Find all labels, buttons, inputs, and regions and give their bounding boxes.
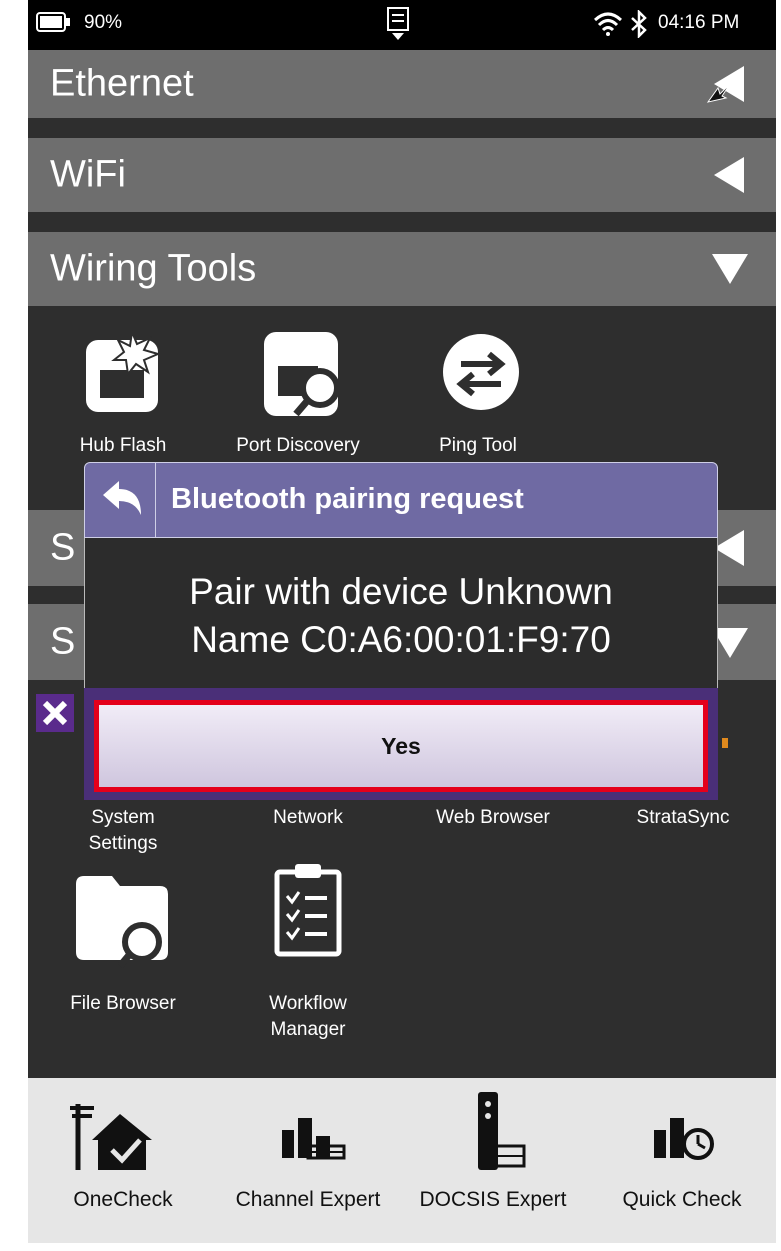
section-ethernet-label: Ethernet xyxy=(50,62,194,105)
dock-label: OneCheck xyxy=(73,1188,173,1211)
status-bar: 90% 04:16 PM xyxy=(28,0,776,50)
app-label: Network xyxy=(273,807,343,828)
section-wiring-tools-label: Wiring Tools xyxy=(50,247,257,290)
stratasync-icon-fragment xyxy=(722,738,728,748)
section-label: S xyxy=(50,620,76,663)
dock-channel-expert[interactable]: Channel Expert xyxy=(218,1078,398,1243)
section-wifi-label: WiFi xyxy=(50,153,126,196)
dialog-header: Bluetooth pairing request xyxy=(84,462,718,538)
app-system-settings[interactable]: System Settings xyxy=(58,806,188,866)
dialog-button-bar: Yes xyxy=(84,688,718,800)
battery-percent: 90% xyxy=(84,12,123,33)
dock-label: Quick Check xyxy=(622,1188,742,1211)
dock-docsis-expert[interactable]: DOCSIS Expert xyxy=(398,1078,588,1243)
dialog-message-line1: Pair with device Unknown xyxy=(189,571,613,612)
quick-check-icon xyxy=(654,1118,714,1160)
app-workflow-manager[interactable]: Workflow Manager xyxy=(243,858,373,1048)
expand-arrow-icon xyxy=(712,254,748,284)
yes-button[interactable]: Yes xyxy=(94,700,708,792)
app-ping-tool[interactable]: Ping Tool xyxy=(413,330,543,460)
port-discovery-icon xyxy=(264,332,340,417)
app-stratasync[interactable]: StrataSync xyxy=(608,806,758,846)
back-button[interactable] xyxy=(85,463,156,537)
app-label: Port Discovery xyxy=(236,435,360,456)
app-label: Web Browser xyxy=(436,807,550,828)
app-label: File Browser xyxy=(70,993,176,1014)
section-wiring-tools[interactable]: Wiring Tools xyxy=(28,232,776,306)
mouse-cursor-icon xyxy=(706,83,731,103)
dock-onecheck[interactable]: OneCheck xyxy=(28,1078,218,1243)
battery-icon xyxy=(36,12,70,32)
app-file-browser[interactable]: File Browser xyxy=(48,858,198,1014)
back-arrow-icon xyxy=(103,481,141,515)
app-label: Settings xyxy=(88,833,158,854)
app-network[interactable]: Network xyxy=(243,806,373,846)
app-label: System xyxy=(91,807,155,828)
docsis-expert-icon xyxy=(478,1092,526,1170)
dock-label: Channel Expert xyxy=(235,1188,381,1211)
app-label: Hub Flash xyxy=(79,435,167,456)
channel-expert-icon xyxy=(282,1118,346,1160)
dialog-message-line2: Name C0:A6:00:01:F9:70 xyxy=(191,619,611,660)
section-ethernet[interactable]: Ethernet xyxy=(28,50,776,118)
dock-label: DOCSIS Expert xyxy=(419,1188,567,1211)
dialog-title: Bluetooth pairing request xyxy=(171,483,524,515)
app-label: Manager xyxy=(270,1019,346,1040)
dock-quick-check[interactable]: Quick Check xyxy=(588,1078,776,1243)
device-screen: 90% 04:16 PM Ethernet WiFi Wiring Tools xyxy=(28,0,776,1243)
app-label: Workflow xyxy=(269,993,347,1014)
bottom-dock: OneCheck Channel Expert DOCSIS Expert Qu… xyxy=(28,1078,776,1243)
section-label: S xyxy=(50,526,76,569)
collapse-arrow-icon xyxy=(714,530,744,566)
onecheck-icon xyxy=(70,1104,152,1170)
app-label: Ping Tool xyxy=(439,435,517,456)
collapse-arrow-icon xyxy=(714,157,744,193)
bluetooth-pairing-dialog: Bluetooth pairing request Pair with devi… xyxy=(84,462,718,800)
app-hub-flash[interactable]: Hub Flash xyxy=(58,330,188,460)
app-web-browser[interactable]: Web Browser xyxy=(408,806,578,846)
notification-icon xyxy=(387,7,409,40)
checklist-icon xyxy=(274,864,342,957)
app-label: StrataSync xyxy=(636,807,730,828)
ping-tool-icon xyxy=(443,334,519,410)
hub-flash-icon xyxy=(86,330,161,412)
clock: 04:16 PM xyxy=(658,12,740,33)
section-wifi[interactable]: WiFi xyxy=(28,138,776,212)
close-icon[interactable] xyxy=(36,694,74,732)
wifi-icon xyxy=(594,12,622,36)
app-port-discovery[interactable]: Port Discovery xyxy=(218,330,378,460)
bluetooth-icon xyxy=(631,10,647,38)
folder-search-icon xyxy=(76,876,168,968)
